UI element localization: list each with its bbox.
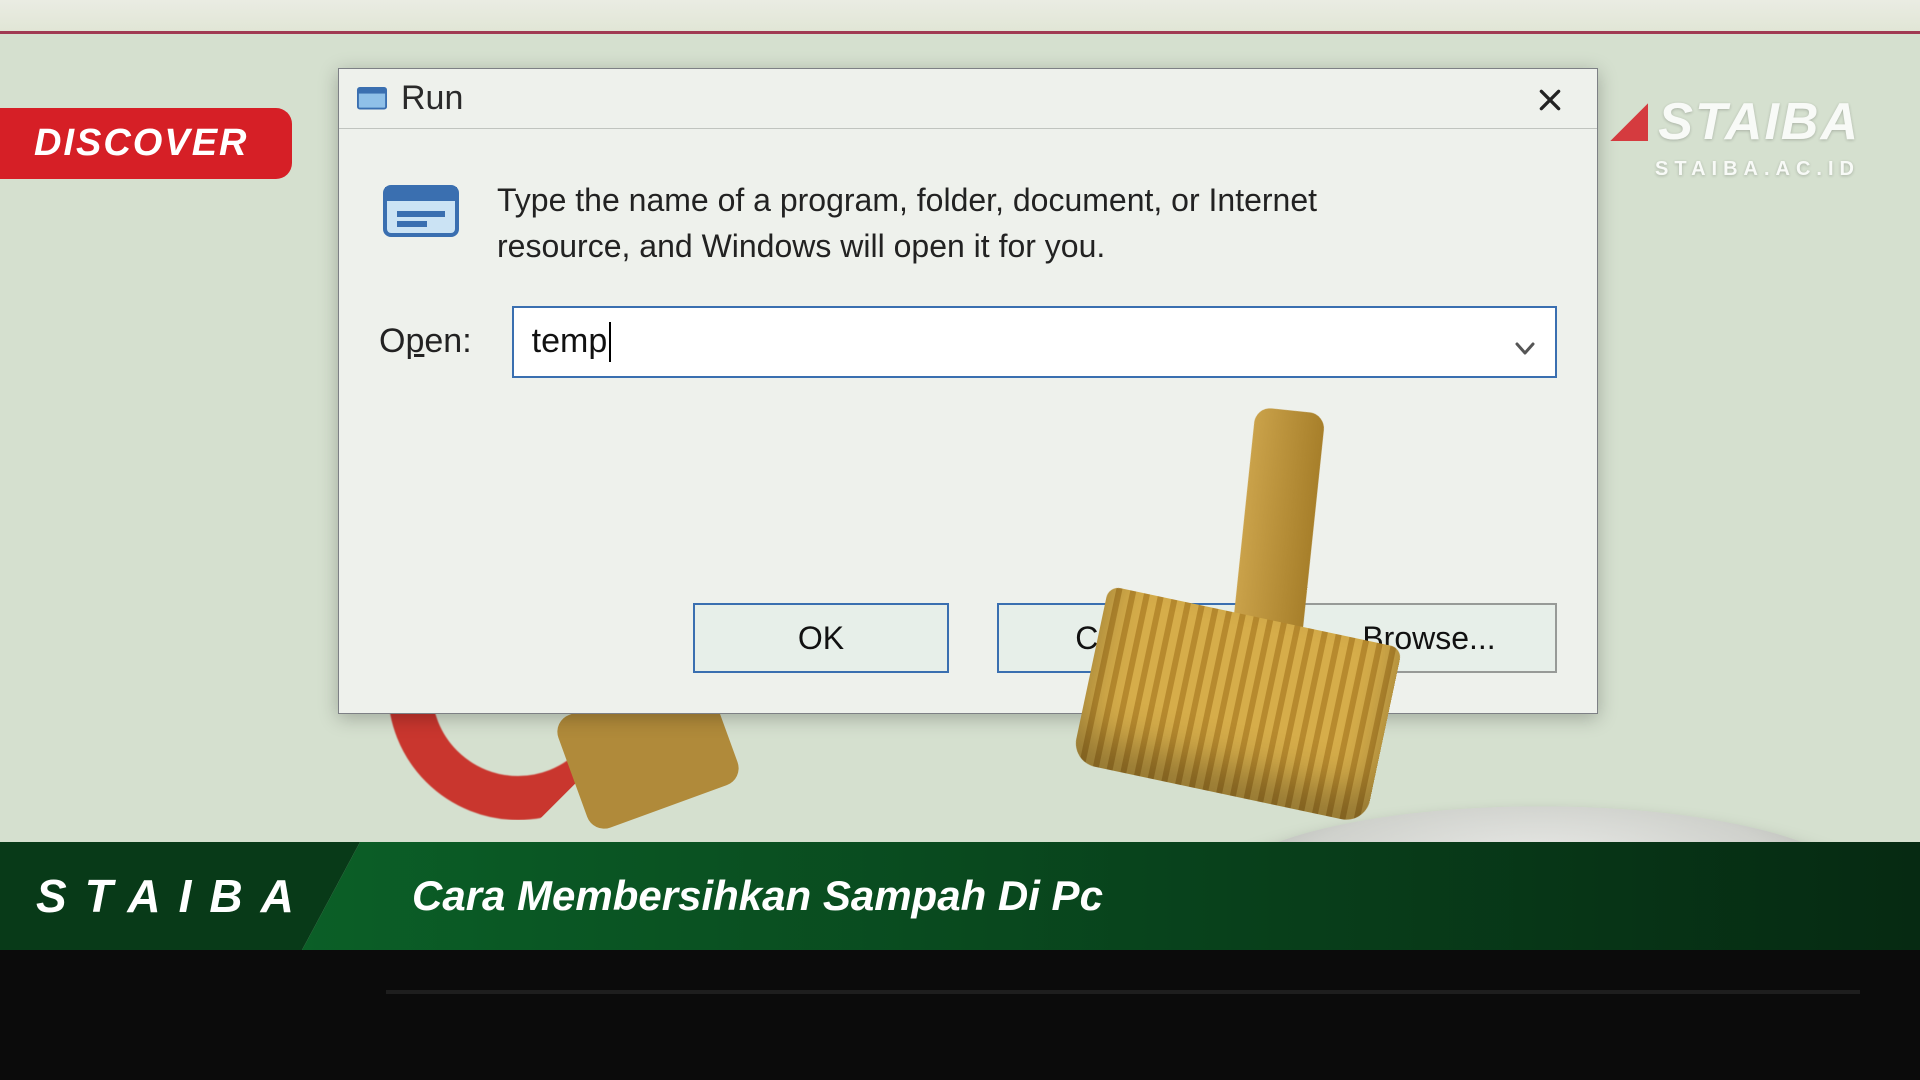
stage: DISCOVER STAIBA STAIBA.AC.ID Run	[0, 0, 1920, 1080]
watermark-triangle-icon	[1610, 103, 1648, 141]
run-titlebar: Run	[339, 69, 1597, 129]
open-label: Open:	[379, 322, 472, 361]
banner-headline: Cara Membersihkan Sampah Di Pc	[302, 842, 1920, 950]
chevron-down-icon[interactable]	[1513, 330, 1537, 354]
watermark: STAIBA STAIBA.AC.ID	[1610, 92, 1860, 181]
broom-graphic	[1007, 427, 1434, 854]
footer-black-area	[0, 950, 1920, 1080]
banner-brand: STAIBA	[0, 842, 360, 950]
discover-badge: DISCOVER	[0, 108, 292, 179]
close-button[interactable]	[1521, 79, 1579, 121]
open-combobox[interactable]: temp	[512, 306, 1557, 378]
window-top-strip	[0, 0, 1920, 34]
run-dialog-icon	[379, 177, 467, 247]
headline-banner: STAIBA Cara Membersihkan Sampah Di Pc	[0, 842, 1920, 950]
open-input-value: temp	[532, 322, 608, 361]
text-cursor	[609, 322, 611, 362]
ok-button[interactable]: OK	[693, 603, 949, 673]
run-description: Type the name of a program, folder, docu…	[497, 177, 1447, 270]
footer-rule	[386, 990, 1860, 994]
close-icon	[1537, 87, 1563, 113]
run-window-icon	[357, 87, 387, 111]
run-title: Run	[401, 79, 463, 118]
watermark-title: STAIBA	[1658, 92, 1860, 152]
run-dialog: Run Type the name of a program, folder, …	[338, 68, 1598, 714]
watermark-subtitle: STAIBA.AC.ID	[1610, 158, 1860, 181]
